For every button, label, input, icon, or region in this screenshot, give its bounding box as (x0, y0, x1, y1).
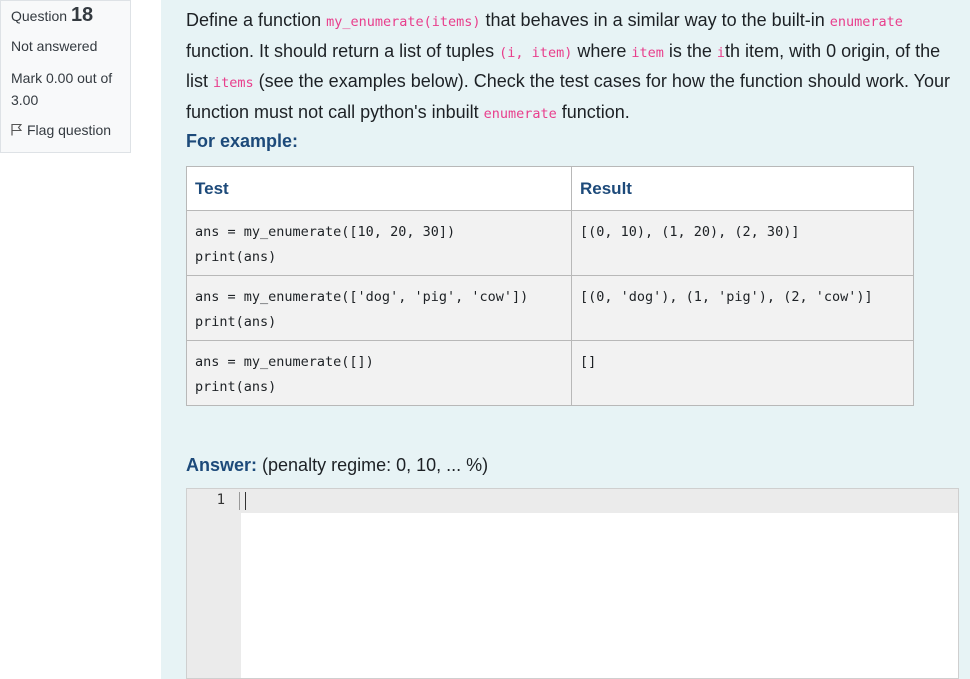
question-text: Define a function my_enumerate(items) th… (186, 6, 966, 128)
editor-active-line (187, 489, 958, 513)
test-code: ans = my_enumerate([]) print(ans) (195, 354, 374, 395)
answer-code-input[interactable] (241, 513, 958, 678)
question-state: Not answered (11, 38, 98, 54)
gutter-divider (239, 492, 240, 510)
flag-question-label: Flag question (27, 122, 112, 138)
result-cell: [(0, 10), (1, 20), (2, 30)] (571, 210, 914, 276)
line-number: 1 (216, 492, 225, 508)
question-text-part: is the (663, 40, 717, 61)
result-cell: [] (571, 340, 914, 406)
question-label: Question (11, 8, 68, 24)
question-code-item: item (631, 44, 664, 61)
question-number: 18 (70, 4, 94, 26)
test-cell: ans = my_enumerate([10, 20, 30]) print(a… (186, 210, 572, 276)
question-text-part: function. (556, 101, 630, 122)
question-code-i: i (716, 44, 726, 61)
test-code: ans = my_enumerate([10, 20, 30]) print(a… (195, 224, 456, 265)
question-content: Define a function my_enumerate(items) th… (161, 0, 970, 679)
question-code-items: items (213, 75, 254, 91)
table-header-test: Test (186, 166, 572, 211)
penalty-regime: (penalty regime: 0, 10, ... %) (262, 455, 489, 475)
editor-gutter: 1 (187, 489, 241, 678)
examples-table: Test Result ans = my_enumerate([10, 20, … (186, 166, 914, 406)
question-code-enumerate-2: enumerate (483, 105, 557, 122)
flag-icon (11, 123, 23, 136)
question-code-enumerate: enumerate (829, 14, 903, 30)
test-cell: ans = my_enumerate([]) print(ans) (186, 340, 572, 406)
result-code: [] (580, 354, 597, 370)
question-text-part: Define a function (186, 10, 327, 30)
table-header-result: Result (571, 166, 914, 211)
test-cell: ans = my_enumerate(['dog', 'pig', 'cow']… (186, 275, 572, 341)
result-code: [(0, 10), (1, 20), (2, 30)] (580, 224, 800, 240)
question-text-part: function. It should return a list of tup… (186, 40, 500, 61)
question-code-function: my_enumerate(items) (326, 14, 481, 30)
text-cursor (245, 492, 246, 510)
question-grade: Mark 0.00 out of 3.00 (11, 70, 113, 108)
question-number-line: Question 18 (11, 3, 120, 28)
answer-label-line: Answer: (penalty regime: 0, 10, ... %) (186, 455, 488, 476)
answer-label: Answer: (186, 455, 258, 475)
result-code: [(0, 'dog'), (1, 'pig'), (2, 'cow')] (580, 289, 873, 305)
result-cell: [(0, 'dog'), (1, 'pig'), (2, 'cow')] (571, 275, 914, 341)
question-info-panel: Question 18 Not answered Mark 0.00 out o… (0, 0, 131, 153)
question-text-part: where (572, 40, 632, 61)
table-row: ans = my_enumerate([10, 20, 30]) print(a… (186, 210, 914, 276)
for-example-heading: For example: (186, 131, 299, 151)
code-editor[interactable]: 1 (186, 488, 959, 679)
question-code-tuple: (i, item) (499, 44, 573, 61)
flag-question-link[interactable]: Flag question (11, 121, 120, 139)
table-row: ans = my_enumerate([]) print(ans) [] (186, 340, 914, 406)
question-text-part: that behaves in a similar way to the bui… (480, 10, 830, 30)
table-row: ans = my_enumerate(['dog', 'pig', 'cow']… (186, 275, 914, 341)
table-header-row: Test Result (186, 166, 914, 211)
test-code: ans = my_enumerate(['dog', 'pig', 'cow']… (195, 289, 529, 330)
